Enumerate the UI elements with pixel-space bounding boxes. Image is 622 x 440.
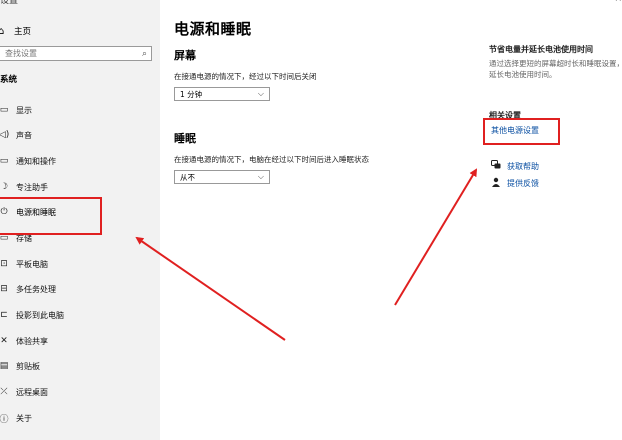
arrow-to-power-settings-link: [394, 168, 478, 306]
arrow-to-power-sleep: [135, 236, 286, 341]
annotation-arrows: [135, 168, 478, 341]
